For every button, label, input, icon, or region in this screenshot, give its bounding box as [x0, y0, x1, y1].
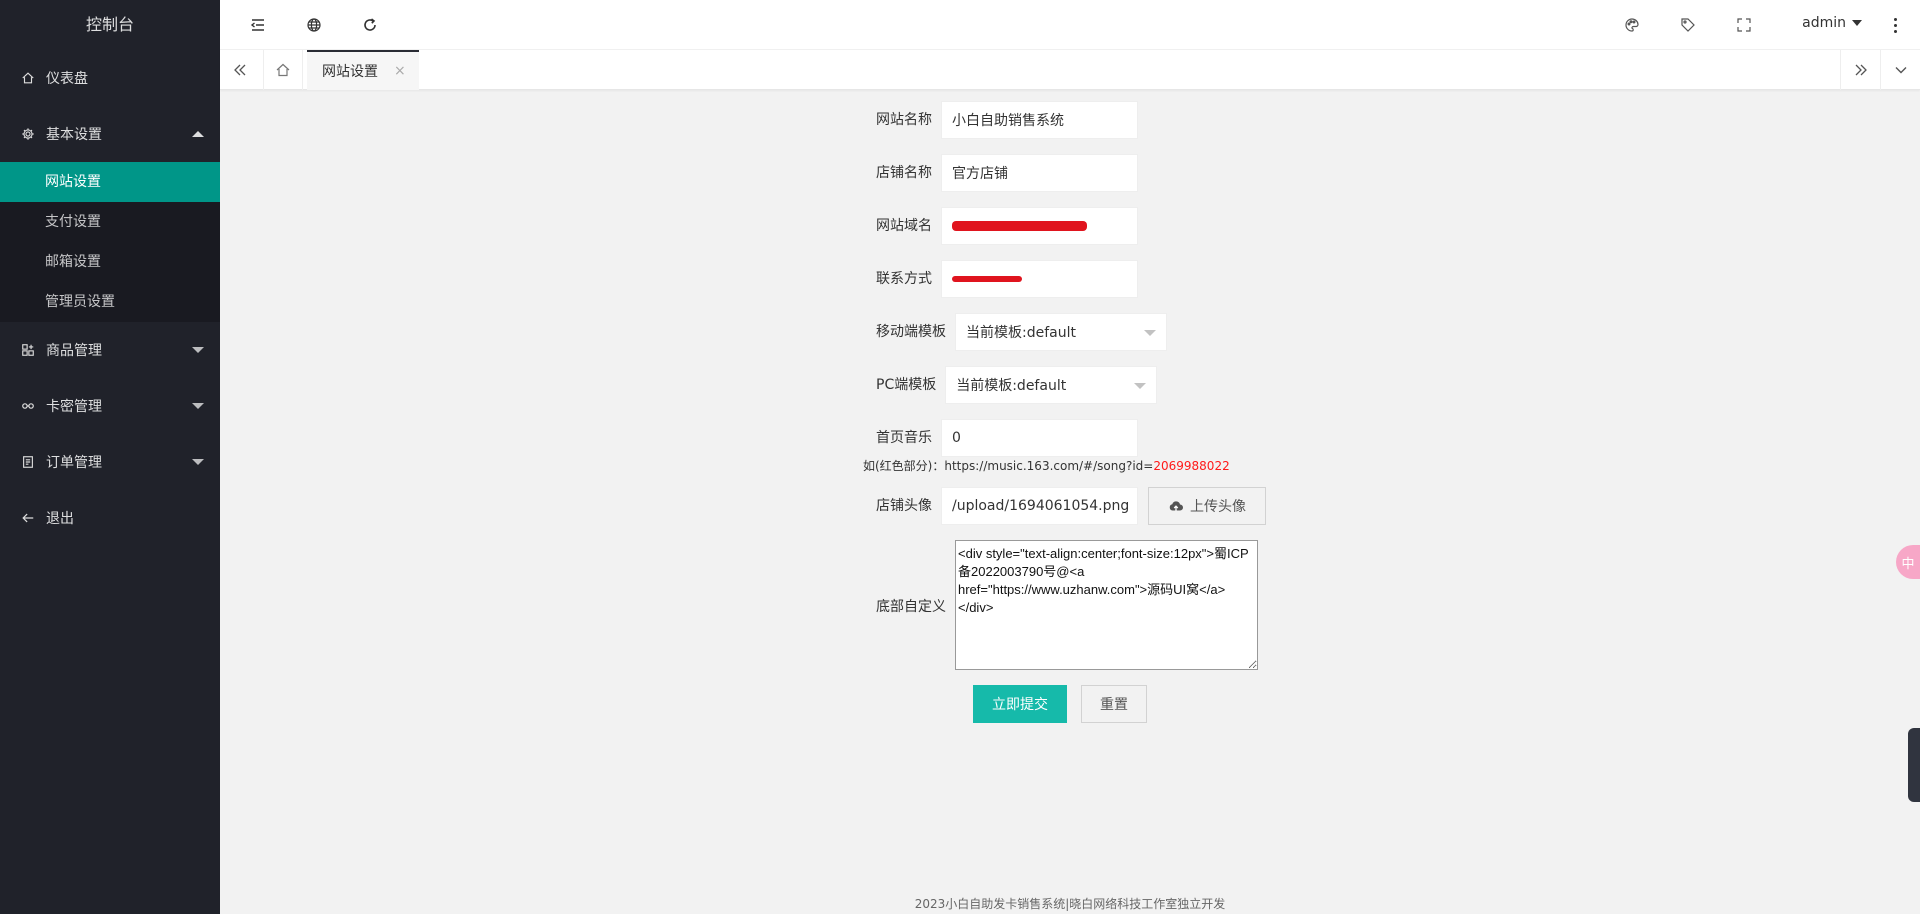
submenu-item-site-settings[interactable]: 网站设置	[0, 162, 220, 202]
submit-button[interactable]: 立即提交	[973, 685, 1067, 723]
form-row-shop-name: 店铺名称 官方店铺	[866, 154, 1138, 192]
refresh-icon[interactable]	[358, 13, 382, 37]
cloud-upload-icon	[1169, 501, 1183, 511]
avatar-path-input[interactable]: /upload/1694061054.png	[941, 487, 1138, 525]
site-name-input[interactable]: 小白自助销售系统	[941, 101, 1138, 139]
sidebar-item-label: 卡密管理	[46, 399, 102, 415]
pc-template-value: 当前模板:default	[956, 378, 1067, 394]
sidebar-item-orders[interactable]: 订单管理	[0, 434, 220, 490]
music-hint: 如(红色部分)：https://music.163.com/#/song?id=…	[863, 457, 1230, 474]
redaction-mark	[952, 221, 1087, 231]
fullscreen-icon[interactable]	[1732, 13, 1756, 37]
caret-down-icon	[1134, 383, 1147, 389]
caret-down-icon	[192, 347, 204, 353]
upload-avatar-label: 上传头像	[1190, 499, 1246, 515]
submenu-item-admin-settings[interactable]: 管理员设置	[0, 282, 220, 322]
caret-down-icon	[1852, 20, 1862, 26]
mobile-template-label: 移动端模板	[866, 313, 955, 351]
menu-fold-icon[interactable]	[246, 13, 270, 37]
pc-template-label: PC端模板	[866, 366, 946, 404]
sidebar-item-label: 退出	[46, 511, 74, 527]
theme-palette-icon[interactable]	[1620, 13, 1644, 37]
caret-down-icon	[192, 403, 204, 409]
caret-down-icon	[192, 459, 204, 465]
tag-icon[interactable]	[1676, 13, 1700, 37]
tabs-scroll-right-icon[interactable]	[1840, 50, 1880, 90]
upload-avatar-button[interactable]: 上传头像	[1148, 487, 1266, 525]
submenu-basic-settings: 网站设置 支付设置 邮箱设置 管理员设置	[0, 162, 220, 322]
more-vertical-icon[interactable]	[1890, 13, 1900, 37]
domain-label: 网站域名	[866, 207, 941, 245]
domain-input[interactable]	[941, 207, 1138, 245]
link-icon	[20, 398, 36, 414]
form-row-music: 首页音乐 0	[866, 419, 1138, 457]
home-tab-icon[interactable]	[263, 50, 303, 90]
apps-icon	[20, 342, 36, 358]
caret-up-icon	[192, 131, 204, 137]
tabs-bar: 网站设置 ×	[220, 50, 1920, 90]
tab-label: 网站设置	[322, 64, 378, 80]
tabs-scroll-left-icon[interactable]	[220, 50, 260, 90]
music-hint-id: 2069988022	[1153, 459, 1230, 473]
form-row-contact: 联系方式	[866, 260, 1138, 298]
redaction-mark	[952, 276, 1022, 282]
form-row-pc-template: PC端模板 当前模板:default	[866, 366, 1158, 404]
floating-side-bar[interactable]	[1908, 728, 1920, 802]
sidebar-item-label: 仪表盘	[46, 71, 88, 87]
arrow-left-icon	[20, 510, 36, 526]
music-input[interactable]: 0	[941, 419, 1138, 457]
sidebar-item-logout[interactable]: 退出	[0, 490, 220, 546]
tabs-menu-chevron-down-icon[interactable]	[1880, 50, 1920, 90]
mobile-template-value: 当前模板:default	[966, 325, 1076, 341]
sidebar-item-dashboard[interactable]: 仪表盘	[0, 50, 220, 106]
form-icon	[20, 454, 36, 470]
footer-custom-label: 底部自定义	[866, 540, 955, 674]
submenu-item-email-settings[interactable]: 邮箱设置	[0, 242, 220, 282]
avatar-label: 店铺头像	[866, 487, 941, 525]
site-name-label: 网站名称	[866, 101, 941, 139]
shop-name-label: 店铺名称	[866, 154, 941, 192]
submenu-item-payment-settings[interactable]: 支付设置	[0, 202, 220, 242]
sidebar-item-label: 基本设置	[46, 127, 102, 143]
music-label: 首页音乐	[866, 419, 941, 457]
user-menu[interactable]: admin	[1802, 15, 1862, 31]
caret-down-icon	[1144, 330, 1156, 336]
home-icon	[20, 70, 36, 86]
music-hint-text: 如(红色部分)：https://music.163.com/#/song?id=	[863, 459, 1154, 473]
logo: 控制台	[0, 0, 220, 50]
sidebar-item-basic-settings[interactable]: 基本设置	[0, 106, 220, 162]
footer-custom-textarea[interactable]: <div style="text-align:center;font-size:…	[955, 540, 1258, 670]
sidebar-item-products[interactable]: 商品管理	[0, 322, 220, 378]
sidebar-item-label: 商品管理	[46, 343, 102, 359]
shop-name-input[interactable]: 官方店铺	[941, 154, 1138, 192]
sidebar-item-label: 订单管理	[46, 455, 102, 471]
page-footer: 2023小白自助发卡销售系统|晓白网络科技工作室独立开发	[914, 897, 1226, 911]
contact-input[interactable]	[941, 260, 1138, 298]
top-header: admin	[220, 0, 1920, 50]
reset-button[interactable]: 重置	[1081, 685, 1147, 723]
form-row-avatar: 店铺头像 /upload/1694061054.png 上传头像	[866, 487, 1266, 525]
globe-icon[interactable]	[302, 13, 326, 37]
pc-template-select[interactable]: 当前模板:default	[945, 366, 1158, 404]
close-icon[interactable]: ×	[394, 63, 406, 79]
form-row-footer: 底部自定义 <div style="text-align:center;font…	[866, 540, 1258, 674]
gear-icon	[20, 126, 36, 142]
tab-site-settings[interactable]: 网站设置 ×	[307, 50, 419, 90]
form-row-domain: 网站域名	[866, 207, 1138, 245]
form-row-site-name: 网站名称 小白自助销售系统	[866, 101, 1138, 139]
mobile-template-select[interactable]: 当前模板:default	[955, 313, 1167, 351]
sidebar: 控制台 仪表盘 基本设置 网站设置 支付设置 邮箱设置 管理员设置 商品管理 卡…	[0, 0, 220, 914]
form-row-mobile-template: 移动端模板 当前模板:default	[866, 313, 1167, 351]
main-content: 网站名称 小白自助销售系统 店铺名称 官方店铺 网站域名 联系方式 移动端模板 …	[220, 91, 1920, 914]
sidebar-item-cards[interactable]: 卡密管理	[0, 378, 220, 434]
contact-label: 联系方式	[866, 260, 941, 298]
username: admin	[1802, 15, 1846, 31]
